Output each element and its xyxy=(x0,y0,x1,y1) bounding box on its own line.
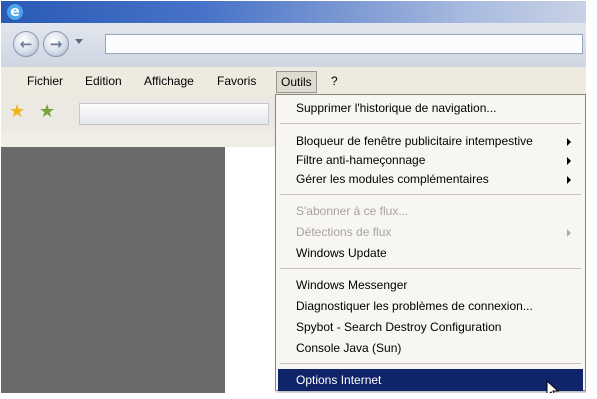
mouse-cursor-icon xyxy=(546,380,560,393)
menu-item-internet-options[interactable]: Options Internet xyxy=(278,369,583,391)
menu-separator xyxy=(280,123,581,124)
menu-item-label: Windows Update xyxy=(296,246,387,260)
menu-help[interactable]: ? xyxy=(327,72,342,90)
menu-item-label: Bloqueur de fenêtre publicitaire intempe… xyxy=(296,134,533,148)
title-bar[interactable]: e xyxy=(1,1,586,23)
menu-item-popup-blocker[interactable]: Bloqueur de fenêtre publicitaire intempe… xyxy=(296,132,579,150)
menu-item-subscribe-feed: S'abonner à ce flux... xyxy=(296,202,408,220)
submenu-arrow-icon xyxy=(567,138,571,146)
menu-bar: Fichier Edition Affichage Favoris Outils… xyxy=(1,67,586,96)
history-dropdown-icon[interactable] xyxy=(75,39,83,44)
forward-button[interactable]: → xyxy=(43,31,69,57)
menu-item-label: S'abonner à ce flux... xyxy=(296,204,409,218)
page-content-left xyxy=(1,147,225,393)
menu-item-java-console[interactable]: Console Java (Sun) xyxy=(296,339,401,357)
add-favorite-icon[interactable]: ★ xyxy=(39,103,55,121)
menu-item-label: Options Internet xyxy=(296,373,382,387)
menu-favoris[interactable]: Favoris xyxy=(213,72,260,90)
menu-edition[interactable]: Edition xyxy=(81,72,126,90)
submenu-arrow-icon xyxy=(567,176,571,184)
browser-tab[interactable] xyxy=(79,103,269,125)
menu-separator xyxy=(280,363,581,364)
navigation-bar: ← → xyxy=(1,23,586,67)
favorites-star-icon[interactable]: ★ xyxy=(9,103,25,121)
menu-item-delete-history[interactable]: Supprimer l'historique de navigation... xyxy=(296,99,496,117)
menu-item-phishing-filter[interactable]: Filtre anti-hameçonnage xyxy=(296,151,579,169)
menu-fichier[interactable]: Fichier xyxy=(23,72,67,90)
browser-window: e ← → Fichier Edition Affichage Favoris … xyxy=(1,1,586,393)
address-input[interactable] xyxy=(105,34,583,54)
menu-affichage[interactable]: Affichage xyxy=(140,72,198,90)
submenu-arrow-icon xyxy=(567,157,571,165)
menu-item-feed-discovery: Détections de flux xyxy=(296,223,579,241)
arrow-left-icon: ← xyxy=(19,35,33,53)
menu-item-label: Supprimer l'historique de navigation... xyxy=(296,101,497,115)
menu-item-diagnose-connection[interactable]: Diagnostiquer les problèmes de connexion… xyxy=(296,297,533,315)
menu-item-manage-addons[interactable]: Gérer les modules complémentaires xyxy=(296,170,579,188)
menu-item-windows-messenger[interactable]: Windows Messenger xyxy=(296,276,407,294)
back-button[interactable]: ← xyxy=(13,31,39,57)
menu-outils[interactable]: Outils xyxy=(276,71,317,93)
menu-item-label: Gérer les modules complémentaires xyxy=(296,172,489,186)
menu-item-windows-update[interactable]: Windows Update xyxy=(296,244,387,262)
arrow-right-icon: → xyxy=(49,35,63,53)
menu-item-label: Diagnostiquer les problèmes de connexion… xyxy=(296,299,533,313)
ie-logo-icon: e xyxy=(7,4,23,20)
menu-item-label: Console Java (Sun) xyxy=(296,341,402,355)
menu-item-label: Détections de flux xyxy=(296,225,392,239)
menu-separator xyxy=(280,268,581,269)
menu-separator xyxy=(280,194,581,195)
menu-item-spybot-config[interactable]: Spybot - Search Destroy Configuration xyxy=(296,318,501,336)
submenu-arrow-icon xyxy=(567,229,571,237)
menu-item-label: Windows Messenger xyxy=(296,278,408,292)
menu-item-label: Filtre anti-hameçonnage xyxy=(296,153,426,167)
menu-item-label: Spybot - Search Destroy Configuration xyxy=(296,320,502,334)
tools-dropdown-menu: Supprimer l'historique de navigation... … xyxy=(275,94,586,391)
